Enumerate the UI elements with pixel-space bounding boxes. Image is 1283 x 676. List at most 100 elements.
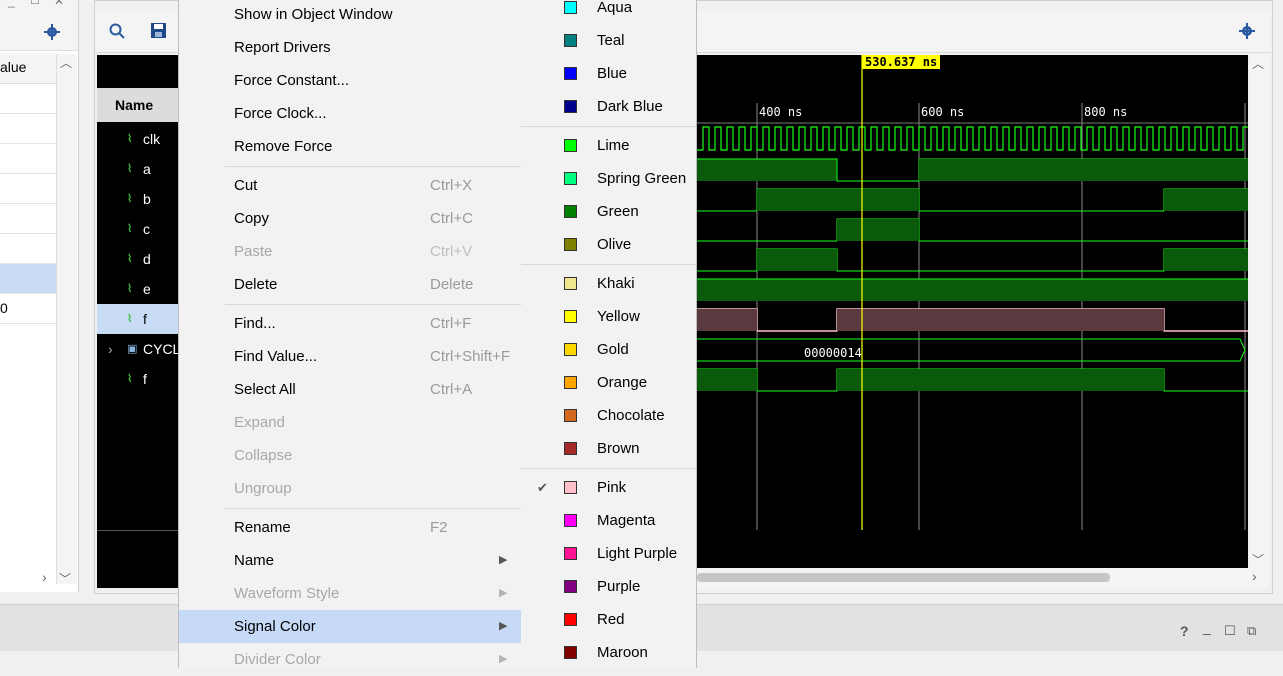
gear-icon[interactable] <box>1239 23 1255 39</box>
color-item-dark-blue[interactable]: Dark Blue <box>521 90 696 123</box>
signal-label: clk <box>143 131 161 147</box>
signal-row-e[interactable]: ⌇ e <box>97 274 180 304</box>
menu-item-delete[interactable]: Delete Delete <box>179 268 522 301</box>
signal-row-d[interactable]: ⌇ d <box>97 244 180 274</box>
color-item-yellow[interactable]: Yellow <box>521 300 696 333</box>
scroll-down-icon[interactable]: ﹀ <box>59 570 71 587</box>
color-item-gold[interactable]: Gold <box>521 333 696 366</box>
menu-item-find-value[interactable]: Find Value... Ctrl+Shift+F <box>179 340 522 373</box>
object-row[interactable] <box>0 144 56 174</box>
minimize-icon[interactable]: _ <box>1203 619 1211 635</box>
vertical-scrollbar[interactable]: ︿ <box>56 54 77 584</box>
wave-horizontal-scrollbar[interactable]: › <box>697 568 1269 588</box>
wave-vertical-scrollbar[interactable]: ︿ ﹀ <box>1249 55 1269 568</box>
color-item-olive[interactable]: Olive <box>521 228 696 261</box>
color-label: Brown <box>597 440 640 457</box>
color-item-lime[interactable]: Lime <box>521 129 696 162</box>
color-item-orange[interactable]: Orange <box>521 366 696 399</box>
name-column-header[interactable]: Name <box>97 88 180 122</box>
object-row[interactable] <box>0 84 56 114</box>
signal-row-cycle[interactable]: › ▣ CYCL <box>97 334 180 364</box>
menu-item-select-all[interactable]: Select All Ctrl+A <box>179 373 522 406</box>
color-item-spring-green[interactable]: Spring Green <box>521 162 696 195</box>
gear-icon[interactable] <box>44 24 60 40</box>
menu-item-shortcut: Delete <box>430 276 474 293</box>
menu-item-force-constant[interactable]: Force Constant... <box>179 64 522 97</box>
color-item-purple[interactable]: Purple <box>521 570 696 603</box>
menu-separator <box>225 304 522 305</box>
value-column-header[interactable]: alue <box>0 53 56 84</box>
color-item-red[interactable]: Red <box>521 603 696 636</box>
signal-row-clk[interactable]: ⌇ clk <box>97 124 180 154</box>
menu-item-signal-color[interactable]: Signal Color ▶ <box>179 610 522 643</box>
color-label: Khaki <box>597 275 635 292</box>
color-item-maroon[interactable]: Maroon <box>521 636 696 669</box>
object-row[interactable] <box>0 204 56 234</box>
signal-row-c[interactable]: ⌇ c <box>97 214 180 244</box>
color-item-khaki[interactable]: Khaki <box>521 267 696 300</box>
menu-item-label: Ungroup <box>234 480 292 497</box>
color-item-magenta[interactable]: Magenta <box>521 504 696 537</box>
signal-row-b[interactable]: ⌇ b <box>97 184 180 214</box>
waveform-graphics <box>697 55 1248 530</box>
signal-icon: ⌇ <box>127 253 133 265</box>
search-icon[interactable] <box>109 23 125 39</box>
menu-item-shortcut: Ctrl+A <box>430 381 473 398</box>
scrollbar-thumb[interactable] <box>697 573 1110 582</box>
help-icon[interactable]: ? <box>1180 623 1189 639</box>
object-row-selected[interactable] <box>0 264 56 294</box>
object-row[interactable] <box>0 114 56 144</box>
menu-item-label: Force Clock... <box>234 105 327 122</box>
color-item-brown[interactable]: Brown <box>521 432 696 465</box>
float-icon[interactable]: ⧉ <box>1247 623 1256 639</box>
restore-icon[interactable]: ☐ <box>30 0 40 7</box>
scroll-up-icon[interactable]: ︿ <box>1252 55 1264 72</box>
save-icon[interactable] <box>151 23 166 38</box>
color-swatch <box>564 613 577 626</box>
menu-item-remove-force[interactable]: Remove Force <box>179 130 522 163</box>
menu-item-force-clock[interactable]: Force Clock... <box>179 97 522 130</box>
signal-row-a[interactable]: ⌇ a <box>97 154 180 184</box>
object-row[interactable]: 0 <box>0 294 56 324</box>
signal-row-f[interactable]: ⌇ f <box>97 364 180 394</box>
color-item-chocolate[interactable]: Chocolate <box>521 399 696 432</box>
color-item-light-purple[interactable]: Light Purple <box>521 537 696 570</box>
color-item-green[interactable]: Green <box>521 195 696 228</box>
checkmark-icon: ✔ <box>537 480 548 495</box>
menu-item-find[interactable]: Find... Ctrl+F <box>179 307 522 340</box>
color-swatch <box>564 514 577 527</box>
scroll-down-icon[interactable]: ﹀ <box>1252 551 1264 568</box>
color-item-blue[interactable]: Blue <box>521 57 696 90</box>
context-menu: Show in Object Window Report Drivers For… <box>178 0 523 668</box>
menu-item-rename[interactable]: Rename F2 <box>179 511 522 544</box>
menu-item-name[interactable]: Name ▶ <box>179 544 522 577</box>
object-row[interactable] <box>0 174 56 204</box>
signal-row-f-selected[interactable]: ⌇ f <box>97 304 180 334</box>
menu-item-report-drivers[interactable]: Report Drivers <box>179 31 522 64</box>
color-swatch <box>564 580 577 593</box>
scroll-up-icon[interactable]: ︿ <box>60 54 72 71</box>
object-row[interactable] <box>0 234 56 264</box>
menu-item-show-in-object-window[interactable]: Show in Object Window <box>179 0 522 31</box>
object-value: 0 <box>0 300 8 316</box>
expand-chevron-icon[interactable]: › <box>108 334 113 364</box>
name-col-footer <box>97 530 180 588</box>
scroll-right-icon[interactable]: › <box>42 569 47 585</box>
menu-separator <box>225 166 522 167</box>
color-item-aqua[interactable]: Aqua <box>521 0 696 24</box>
restore-icon[interactable]: ☐ <box>1224 623 1236 639</box>
minimize-icon[interactable]: _ <box>8 0 15 8</box>
color-item-pink[interactable]: ✔ Pink <box>521 471 696 504</box>
scroll-right-icon[interactable]: › <box>1252 568 1257 584</box>
menu-item-label: Collapse <box>234 447 293 464</box>
waveform-canvas[interactable]: 530.637 ns 400 ns 600 ns 800 ns 00000014 <box>697 55 1248 530</box>
color-item-teal[interactable]: Teal <box>521 24 696 57</box>
menu-item-waveform-style: Waveform Style ▶ <box>179 577 522 610</box>
color-label: Light Purple <box>597 545 678 562</box>
color-swatch <box>564 481 577 494</box>
color-label: Teal <box>597 32 625 49</box>
menu-item-cut[interactable]: Cut Ctrl+X <box>179 169 522 202</box>
close-icon[interactable]: ✕ <box>54 0 64 8</box>
menu-item-copy[interactable]: Copy Ctrl+C <box>179 202 522 235</box>
color-label: Lime <box>597 137 630 154</box>
